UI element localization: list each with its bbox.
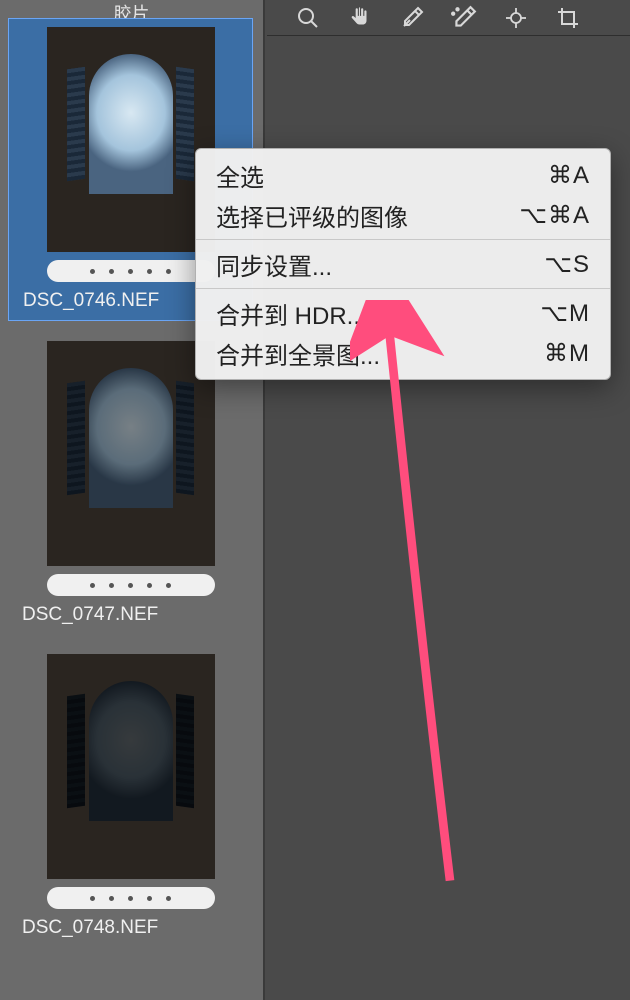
thumbnail-filename: DSC_0746.NEF <box>23 290 159 312</box>
thumbnail-image <box>47 341 215 566</box>
menu-merge-panorama[interactable]: 合并到全景图... ⌘M <box>196 333 610 373</box>
thumbnail-image <box>47 654 215 879</box>
context-menu: 全选 ⌘A 选择已评级的图像 ⌥⌘A 同步设置... ⌥S 合并到 HDR...… <box>195 148 611 380</box>
toolbar <box>267 0 630 36</box>
target-icon[interactable] <box>501 3 531 33</box>
menu-label: 合并到 HDR... <box>216 296 367 331</box>
menu-select-all[interactable]: 全选 ⌘A <box>196 155 610 195</box>
eyedropper-adjust-icon[interactable] <box>449 3 479 33</box>
sidebar-title: 胶片 <box>114 0 150 8</box>
menu-select-rated[interactable]: 选择已评级的图像 ⌥⌘A <box>196 195 610 235</box>
menu-sync-settings[interactable]: 同步设置... ⌥S <box>196 244 610 284</box>
thumbnail-item[interactable]: DSC_0748.NEF <box>8 646 253 947</box>
menu-separator <box>196 239 610 240</box>
menu-label: 同步设置... <box>216 247 332 282</box>
crop-icon[interactable] <box>553 3 583 33</box>
thumbnail-image <box>47 27 215 252</box>
menu-shortcut: ⌥S <box>544 250 590 279</box>
menu-label: 全选 <box>216 158 264 193</box>
rating-dots[interactable] <box>47 574 215 596</box>
sidebar-header: 胶片 <box>0 0 263 8</box>
menu-merge-hdr[interactable]: 合并到 HDR... ⌥M <box>196 293 610 333</box>
zoom-icon[interactable] <box>293 3 323 33</box>
rating-dots[interactable] <box>47 260 215 282</box>
menu-shortcut: ⌘A <box>548 161 590 190</box>
thumbnail-filename: DSC_0747.NEF <box>22 604 158 626</box>
eyedropper-icon[interactable] <box>397 3 427 33</box>
menu-separator <box>196 288 610 289</box>
menu-label: 合并到全景图... <box>216 336 380 371</box>
menu-shortcut: ⌥M <box>540 299 590 328</box>
menu-label: 选择已评级的图像 <box>216 198 408 233</box>
rating-dots[interactable] <box>47 887 215 909</box>
thumbnail-filename: DSC_0748.NEF <box>22 917 158 939</box>
menu-shortcut: ⌘M <box>544 339 590 368</box>
menu-shortcut: ⌥⌘A <box>519 201 590 230</box>
hand-icon[interactable] <box>345 3 375 33</box>
